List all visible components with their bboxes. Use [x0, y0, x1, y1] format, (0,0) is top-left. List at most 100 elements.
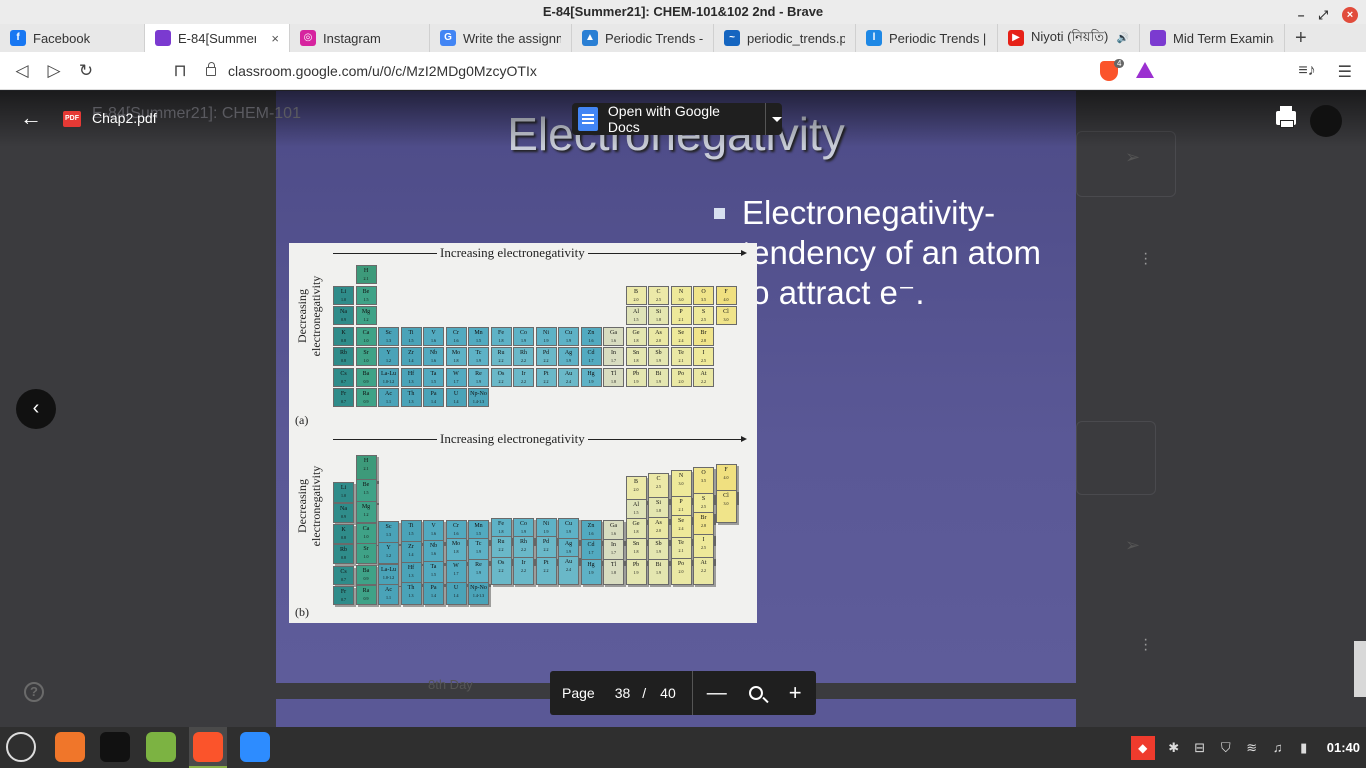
element-symbol: Hg: [587, 370, 595, 377]
chevron-down-icon[interactable]: [772, 116, 782, 122]
open-with-google-docs-button[interactable]: Open with Google Docs: [572, 103, 782, 135]
browser-menu-icon[interactable]: ☰: [1338, 62, 1352, 82]
back-button[interactable]: ◁: [6, 61, 38, 81]
element-value: 1.9: [566, 358, 571, 363]
anydesk-icon[interactable]: ◆: [1130, 735, 1155, 760]
media-playlist-icon[interactable]: ≡♪: [1298, 62, 1315, 82]
url-text[interactable]: classroom.google.com/u/0/c/MzI2MDg0MzcyO…: [228, 63, 537, 79]
brave-icon[interactable]: [193, 732, 223, 762]
firefox-icon[interactable]: [55, 732, 85, 762]
element-symbol: U: [453, 391, 459, 397]
element-value: 2.0: [656, 527, 661, 533]
tab-2[interactable]: ◎ Instagram: [290, 24, 430, 52]
element-cell: W 1.7: [445, 559, 467, 585]
youtube-icon: ▶: [1008, 30, 1024, 46]
close-viewer-button[interactable]: ←: [20, 105, 42, 131]
element-value: 0.9: [363, 575, 369, 581]
element-value: 3.0: [723, 317, 729, 322]
bookmark-icon[interactable]: ⊓: [164, 61, 196, 81]
tab-label: Niyoti (নিয়তি) -: [1031, 28, 1110, 44]
tab-3[interactable]: G Write the assignm: [430, 24, 572, 52]
element-value: 1.8: [633, 337, 639, 343]
element-cell: Os 2.2: [490, 367, 512, 387]
sound-icon[interactable]: ♫: [1271, 740, 1285, 755]
element-symbol: Ag: [564, 350, 573, 356]
element-symbol: Zn: [587, 522, 595, 529]
element-value: 1.8: [656, 508, 661, 513]
clipboard-icon[interactable]: ⊟: [1193, 740, 1207, 755]
element-cell: Tl 1.8: [603, 367, 624, 387]
element-cell: Sc 1.3: [378, 520, 399, 544]
element-symbol: P: [679, 309, 683, 315]
element-cell: Fr 0.7: [333, 586, 354, 605]
tab-8[interactable]: Mid Term Examina: [1140, 24, 1285, 52]
element-value: 1.4: [408, 358, 414, 363]
element-symbol: Hf: [407, 370, 415, 377]
element-value: 2.2: [521, 547, 526, 552]
help-icon[interactable]: ?: [24, 682, 44, 702]
element-value: 2.2: [521, 567, 526, 573]
element-symbol: Ti: [408, 329, 414, 336]
element-cell: Ra 0.9: [355, 388, 377, 407]
forward-button[interactable]: ▷: [38, 61, 70, 81]
element-symbol: Po: [677, 560, 685, 567]
element-value: 1.0-1.2: [382, 574, 395, 580]
mint-menu-icon[interactable]: [6, 732, 36, 762]
tab-1[interactable]: E-84[Summer2 ×: [145, 24, 290, 52]
address-bar[interactable]: classroom.google.com/u/0/c/MzI2MDg0MzcyO…: [206, 58, 1166, 84]
clock[interactable]: 01:40: [1327, 740, 1360, 755]
terminal-icon[interactable]: [100, 732, 130, 762]
wifi-icon[interactable]: ≋: [1245, 740, 1259, 755]
lock-icon: [206, 61, 216, 76]
element-value: 2.2: [498, 378, 504, 384]
scrollbar-thumb[interactable]: [1354, 641, 1366, 697]
element-cell: Ba 0.9: [355, 367, 377, 387]
page-number-input[interactable]: 38: [615, 685, 631, 701]
tab-5[interactable]: ~ periodic_trends.p: [714, 24, 856, 52]
files-icon[interactable]: [146, 732, 176, 762]
element-value: 1.7: [588, 550, 594, 555]
zoom-icon[interactable]: [240, 732, 270, 762]
reload-button[interactable]: ↻: [70, 61, 102, 81]
tab-0[interactable]: f Facebook: [0, 24, 145, 52]
element-value: 2.2: [498, 567, 504, 573]
more-actions-button[interactable]: [1310, 105, 1342, 137]
new-tab-button[interactable]: +: [1285, 27, 1317, 50]
tab-7[interactable]: ▶ Niyoti (নিয়তি) - 🔊: [998, 24, 1140, 52]
battery-icon[interactable]: ▮: [1297, 740, 1311, 755]
figure-label-b: (b): [295, 605, 309, 619]
element-cell: La-Lu 1.0-1.2: [378, 563, 399, 585]
element-value: 1.9: [521, 337, 526, 343]
chart-icon: ~: [724, 30, 740, 46]
shield-icon[interactable]: ⛉: [1219, 740, 1233, 755]
tab-strip: f Facebook E-84[Summer2 × ◎ Instagram G Write t…: [0, 24, 1366, 52]
element-value: 2.0: [656, 337, 661, 343]
audio-playing-icon[interactable]: 🔊: [1117, 33, 1129, 44]
top-caption-b: Increasing electronegativity: [437, 431, 588, 447]
zoom-out-button[interactable]: —: [707, 682, 727, 705]
element-cell: Pt 2.2: [535, 556, 557, 585]
previous-file-button[interactable]: ‹: [16, 389, 56, 429]
window-title: E-84[Summer21]: CHEM-101&102 2nd - Brave: [542, 4, 824, 19]
brave-rewards-icon[interactable]: [1136, 62, 1154, 78]
close-window-button[interactable]: ×: [1342, 7, 1358, 23]
classroom-icon: [155, 30, 171, 46]
pdf-file-icon: PDF: [63, 111, 81, 127]
element-symbol: Bi: [655, 370, 662, 377]
zoom-icon[interactable]: [748, 686, 763, 700]
element-symbol: Mo: [451, 541, 461, 547]
side-caption-line1: Decreasing: [295, 479, 309, 533]
tab-6[interactable]: l Periodic Trends | F: [856, 24, 998, 52]
element-cell: Np-No 1.4-1.3: [468, 582, 489, 605]
element-symbol: Li: [340, 288, 347, 295]
element-value: 1.3: [408, 399, 414, 404]
zoom-in-button[interactable]: +: [789, 680, 802, 706]
browser-toolbar: ◁ ▷ ↻ ⊓ classroom.google.com/u/0/c/MzI2M…: [0, 52, 1366, 90]
tab-4[interactable]: ▲ Periodic Trends - (: [572, 24, 714, 52]
element-cell: Cr 1.6: [445, 326, 467, 346]
print-icon[interactable]: [1276, 106, 1296, 128]
close-tab-icon[interactable]: ×: [271, 31, 279, 46]
element-symbol: K: [341, 526, 346, 533]
element-cell: Hg 1.9: [580, 367, 602, 387]
bluetooth-icon[interactable]: ✱: [1167, 740, 1181, 755]
